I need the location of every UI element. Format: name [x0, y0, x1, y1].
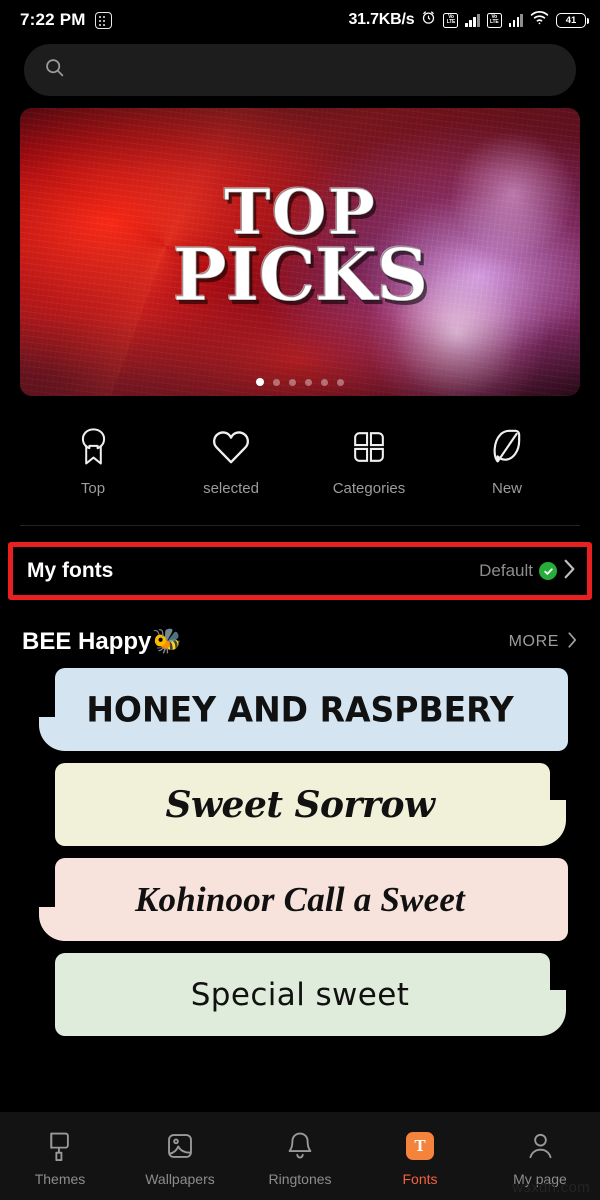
banner-section: TOP PICKS — [0, 96, 600, 396]
quicknav-label-selected: selected — [203, 480, 259, 497]
quicknav-item-categories[interactable]: Categories — [300, 426, 438, 497]
heart-icon — [212, 426, 250, 468]
signal-bars-icon-sim2 — [508, 13, 523, 27]
battery-level-label: 41 — [565, 14, 577, 26]
font-card[interactable]: Kohinoor Call a Sweet — [20, 858, 580, 941]
bottom-nav-label-wallpapers: Wallpapers — [145, 1170, 215, 1187]
signal-bars-icon-sim1 — [465, 13, 480, 27]
my-fonts-title: My fonts — [27, 559, 114, 582]
bee-emoji-icon: 🐝 — [152, 628, 183, 655]
battery-indicator: 41 — [556, 12, 589, 28]
volte-lte: LTE — [446, 19, 456, 25]
volte-lte-2: LTE — [489, 19, 499, 25]
quad-petal-grid-icon — [352, 426, 386, 468]
banner-dot[interactable] — [305, 378, 312, 386]
image-icon — [166, 1130, 194, 1162]
banner-title: TOP PICKS — [20, 108, 580, 390]
award-ribbon-icon — [77, 426, 110, 468]
search-input[interactable] — [77, 61, 556, 79]
volte-icon-sim1: Vo LTE — [443, 12, 459, 28]
section-more-button[interactable]: MORE — [509, 633, 559, 651]
app-grid-icon — [94, 11, 112, 29]
status-bar: 7:22 PM 31.7KB/s Vo LTE Vo LTE 41 — [0, 0, 600, 40]
my-fonts-highlight-box: My fonts Default — [8, 542, 592, 600]
quicknav-item-new[interactable]: New — [438, 426, 576, 497]
font-card[interactable]: Honey and Raspbery — [20, 668, 580, 751]
green-check-circle-icon — [539, 562, 557, 580]
banner-dot[interactable] — [321, 378, 328, 386]
quicknav-label-top: Top — [80, 480, 106, 497]
quicknav-item-top[interactable]: Top — [24, 426, 162, 497]
font-card[interactable]: Sweet Sorrow — [20, 763, 580, 846]
quicknav-label-categories: Categories — [332, 480, 406, 497]
banner-dot[interactable] — [256, 378, 264, 386]
bell-icon — [287, 1130, 313, 1162]
search-icon — [44, 57, 65, 83]
quicknav-label-new: New — [491, 480, 522, 497]
network-speed-label: 31.7KB/s — [348, 11, 415, 28]
leaf-icon — [491, 426, 523, 468]
font-card-preview-text: Special sweet — [190, 976, 410, 1013]
quicknav-item-selected[interactable]: selected — [162, 426, 300, 497]
bottom-nav-label-ringtones: Ringtones — [268, 1170, 332, 1187]
search-bar[interactable] — [24, 44, 576, 96]
quick-nav: Top selected Categories New — [0, 396, 600, 519]
section-divider — [20, 525, 580, 526]
font-t-icon: T — [406, 1130, 434, 1162]
chevron-right-icon[interactable] — [566, 631, 578, 654]
banner-dot[interactable] — [337, 378, 344, 386]
my-fonts-value: Default — [479, 561, 533, 580]
my-fonts-row[interactable]: My fonts Default — [13, 547, 587, 595]
bottom-nav-item-wallpapers[interactable]: Wallpapers — [120, 1130, 240, 1187]
status-time: 7:22 PM — [20, 10, 86, 29]
font-t-badge: T — [406, 1131, 434, 1160]
font-card[interactable]: Special sweet — [20, 953, 580, 1036]
alarm-clock-icon — [421, 10, 436, 30]
person-icon — [527, 1130, 554, 1162]
bottom-nav-label-themes: Themes — [34, 1170, 86, 1187]
watermark: wsxdn.com — [512, 1179, 590, 1196]
bottom-nav-item-ringtones[interactable]: Ringtones — [240, 1130, 360, 1187]
banner-title-line2: PICKS — [172, 231, 429, 317]
banner-dot[interactable] — [273, 378, 280, 386]
status-icons: 31.7KB/s Vo LTE Vo LTE 41 — [348, 10, 589, 30]
font-card-preview-text: Sweet Sorrow — [165, 783, 435, 826]
section-title: BEE Happy 🐝 — [22, 628, 182, 656]
chevron-right-icon[interactable] — [562, 558, 577, 585]
bottom-navigation: Themes Wallpapers Ringtones T Fonts My p… — [0, 1112, 600, 1200]
banner-dot[interactable] — [289, 378, 296, 386]
font-card-preview-text: Kohinoor Call a Sweet — [135, 879, 465, 919]
bottom-nav-item-themes[interactable]: Themes — [0, 1130, 120, 1187]
bottom-nav-label-fonts: Fonts — [402, 1170, 438, 1187]
promo-banner[interactable]: TOP PICKS — [20, 108, 580, 396]
font-card-preview-text: Honey and Raspbery — [86, 688, 514, 731]
bottom-nav-item-my-page[interactable]: My page — [480, 1130, 600, 1187]
bottom-nav-item-fonts[interactable]: T Fonts — [360, 1130, 480, 1187]
section-header-bee-happy: BEE Happy 🐝 MORE — [0, 600, 600, 668]
section-title-text: BEE Happy — [22, 628, 152, 655]
volte-icon-sim2: Vo LTE — [486, 12, 502, 28]
banner-pagination-dots[interactable] — [20, 378, 580, 386]
paint-roller-icon — [47, 1130, 74, 1162]
wifi-icon — [530, 10, 549, 30]
search-section — [0, 40, 600, 96]
font-card-list: Honey and Raspbery Sweet Sorrow Kohinoor… — [0, 668, 600, 1036]
